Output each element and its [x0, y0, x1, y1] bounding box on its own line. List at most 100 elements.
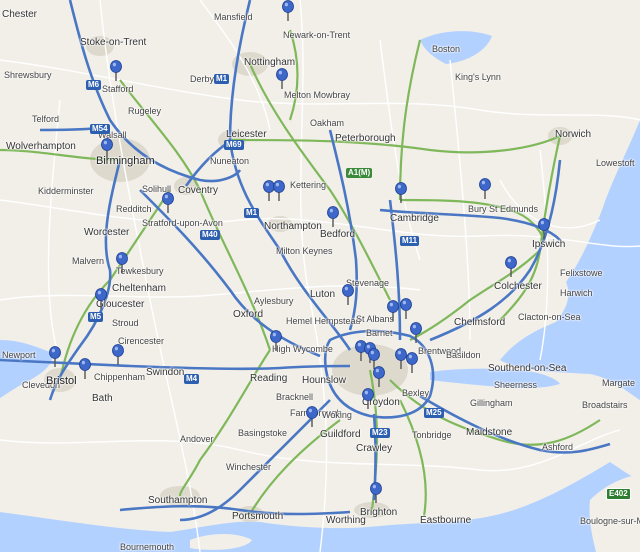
map-pin-icon	[400, 298, 412, 319]
city-label-coventry: Coventry	[178, 185, 219, 196]
city-label-oakham: Oakham	[310, 118, 345, 128]
city-label-stafford: Stafford	[102, 84, 134, 94]
city-label-bracknell: Bracknell	[276, 392, 314, 402]
city-label-boulogne: Boulogne-sur-Mer	[580, 516, 640, 526]
marker-brighton[interactable]	[370, 482, 382, 504]
city-label-colchester: Colchester	[494, 281, 542, 292]
road-shield-m25: M25	[424, 408, 444, 418]
city-label-swindon: Swindon	[146, 367, 185, 378]
city-label-maidstone: Maidstone	[466, 427, 513, 438]
marker-bristol[interactable]	[49, 346, 61, 368]
city-label-nottingham: Nottingham	[244, 57, 296, 68]
road-shield-m4: M4	[184, 374, 200, 384]
marker-northampton-2[interactable]	[273, 180, 285, 202]
city-label-stratford: Stratford-upon-Avon	[142, 218, 223, 228]
city-label-leicester: Leicester	[226, 129, 267, 140]
marker-chippenham[interactable]	[112, 344, 124, 366]
marker-cambridge[interactable]	[395, 182, 407, 204]
city-label-bath: Bath	[92, 393, 113, 404]
marker-woking[interactable]	[362, 388, 374, 410]
map-pin-icon	[116, 252, 128, 273]
road-shield-m11: M11	[400, 236, 420, 246]
city-label-stroud: Stroud	[112, 318, 139, 328]
map-pin-icon	[370, 482, 382, 503]
marker-croydon[interactable]	[373, 366, 385, 388]
city-label-reading: Reading	[250, 373, 288, 384]
city-label-chippenham: Chippenham	[94, 372, 146, 382]
city-label-bury: Bury St Edmunds	[468, 204, 539, 214]
map-pin-icon	[306, 406, 318, 427]
city-label-newport: Newport	[2, 350, 36, 360]
city-label-clacton: Clacton-on-Sea	[518, 312, 581, 322]
city-label-aylesbury: Aylesbury	[254, 296, 294, 306]
city-label-chelmsford: Chelmsford	[454, 317, 506, 328]
city-label-guildford: Guildford	[320, 429, 361, 440]
marker-colchester[interactable]	[505, 256, 517, 278]
city-label-bexley: Bexley	[402, 388, 430, 398]
marker-stafford[interactable]	[110, 60, 122, 82]
city-label-barnet: Barnet	[366, 328, 393, 338]
map-pin-icon	[327, 206, 339, 227]
city-label-winchester: Winchester	[226, 462, 272, 472]
city-label-lowestoft: Lowestoft	[596, 158, 635, 168]
map-pin-icon	[410, 322, 422, 343]
map-pin-icon	[49, 346, 61, 367]
city-label-ashford: Ashford	[542, 442, 574, 452]
marker-wycombe[interactable]	[270, 330, 282, 352]
city-label-woking: Woking	[322, 410, 352, 420]
city-label-malvern: Malvern	[72, 256, 105, 266]
map-pin-icon	[110, 60, 122, 81]
city-label-broadstairs: Broadstairs	[582, 400, 628, 410]
marker-telford[interactable]	[101, 138, 113, 160]
city-label-stoke: Stoke-on-Trent	[80, 37, 147, 48]
road-shield-m40: M40	[200, 230, 220, 240]
city-label-worcester: Worcester	[84, 227, 130, 238]
marker-barnet-2[interactable]	[400, 298, 412, 320]
city-label-norwich: Norwich	[555, 129, 592, 140]
marker-london-5[interactable]	[406, 352, 418, 374]
city-label-bristol: Bristol	[46, 375, 77, 387]
city-label-harwich: Harwich	[560, 288, 593, 298]
city-label-ipswich: Ipswich	[532, 239, 566, 250]
marker-bath[interactable]	[79, 358, 91, 380]
road-shield-a1m: A1(M)	[346, 168, 373, 178]
map-pin-icon	[505, 256, 517, 277]
city-label-derby: Derby	[190, 74, 215, 84]
marker-barnet-1[interactable]	[387, 300, 399, 322]
city-label-basingstoke: Basingstoke	[238, 428, 288, 438]
city-label-bedford: Bedford	[320, 229, 356, 240]
city-label-southend: Southend-on-Sea	[488, 363, 567, 374]
road-shield-m5: M5	[88, 312, 104, 322]
marker-stalbans[interactable]	[342, 284, 354, 306]
marker-gloucester[interactable]	[95, 288, 107, 310]
map-pin-icon	[362, 388, 374, 409]
city-label-melton: Melton Mowbray	[284, 90, 351, 100]
marker-melton[interactable]	[276, 68, 288, 90]
city-label-kidderminster: Kidderminster	[38, 186, 94, 196]
marker-cheltenham[interactable]	[116, 252, 128, 274]
city-label-mansfield: Mansfield	[214, 12, 253, 22]
marker-bury[interactable]	[479, 178, 491, 200]
city-label-chester: Chester	[2, 9, 38, 20]
road-shield-m23: M23	[370, 428, 390, 438]
map-canvas[interactable]: Chester Mansfield Stoke-on-Trent Newark-on-…	[0, 0, 640, 552]
map-pin-icon	[395, 182, 407, 203]
map-pin-icon	[479, 178, 491, 199]
marker-newark[interactable]	[282, 0, 294, 22]
city-label-cambridge: Cambridge	[390, 213, 439, 224]
city-label-redditch: Redditch	[116, 204, 152, 214]
marker-bedford[interactable]	[327, 206, 339, 228]
marker-ipswich[interactable]	[538, 218, 550, 240]
city-label-cheltenham: Cheltenham	[112, 283, 166, 294]
city-label-eastbourne: Eastbourne	[420, 515, 472, 526]
city-label-bournemouth: Bournemouth	[120, 542, 175, 552]
marker-guildford[interactable]	[306, 406, 318, 428]
road-shield-e402: E402	[606, 488, 631, 500]
city-label-cirencester: Cirencester	[118, 336, 165, 346]
city-label-gillingham: Gillingham	[470, 398, 513, 408]
map-pin-icon	[276, 68, 288, 89]
marker-stratford[interactable]	[162, 192, 174, 214]
city-label-felixstowe: Felixstowe	[560, 268, 603, 278]
map-pin-icon	[373, 366, 385, 387]
marker-brentwood[interactable]	[410, 322, 422, 344]
